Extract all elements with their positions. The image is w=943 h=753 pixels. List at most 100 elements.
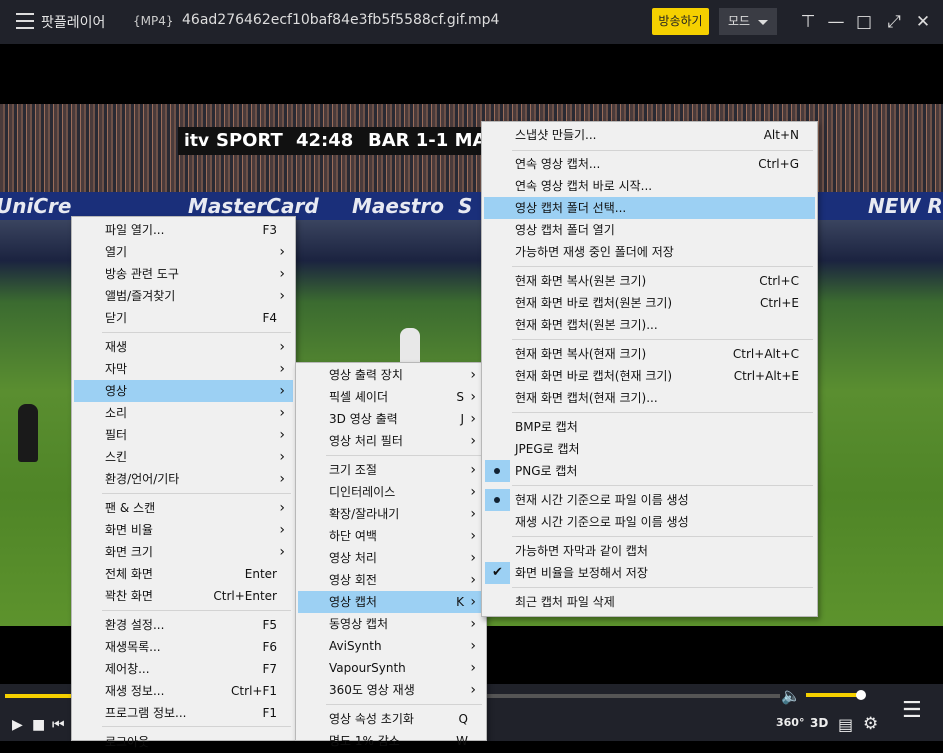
menu-item[interactable]: 명도 1% 감소 W (298, 730, 484, 752)
menu-item[interactable]: 3D 영상 출력 J › (298, 408, 484, 430)
menu-item[interactable]: 열기 › (74, 241, 293, 263)
menu-item[interactable]: 현재 화면 복사(현재 크기) Ctrl+Alt+C (484, 343, 815, 365)
menu-item[interactable]: 재생 › (74, 336, 293, 358)
menu-item[interactable]: 환경/언어/기타 › (74, 468, 293, 490)
menu-item[interactable]: 영상 캡처 폴더 열기 (484, 219, 815, 241)
maximize-icon[interactable]: □ (853, 11, 875, 33)
menu-item[interactable]: 연속 영상 캡처... Ctrl+G (484, 153, 815, 175)
menu-item[interactable]: 재생 정보... Ctrl+F1 (74, 680, 293, 702)
menu-item[interactable]: 영상 캡처 폴더 선택... (484, 197, 815, 219)
chevron-right-icon: › (470, 616, 476, 632)
menu-item[interactable]: 환경 설정... F5 (74, 614, 293, 636)
menu-item[interactable]: 화면 비율 › (74, 519, 293, 541)
menu-item[interactable]: BMP로 캡처 (484, 416, 815, 438)
menu-item[interactable]: 영상 캡처 K › (298, 591, 484, 613)
menu-item[interactable]: 현재 화면 복사(원본 크기) Ctrl+C (484, 270, 815, 292)
menu-item-shortcut: Ctrl+C (759, 274, 799, 288)
menu-item[interactable]: PNG로 캡처 (484, 460, 815, 482)
menu-item[interactable]: 스냅샷 만들기... Alt+N (484, 124, 815, 146)
list-menu-icon[interactable]: ☰ (902, 698, 922, 723)
stop-icon[interactable]: ■ (32, 717, 45, 733)
previous-icon[interactable]: ⏮ (52, 717, 65, 733)
menu-item[interactable]: 화면 크기 › (74, 541, 293, 563)
fullscreen-icon[interactable]: ⤢ (883, 11, 905, 33)
radio-bullet-icon (485, 460, 510, 482)
menu-item-label: 재생 (105, 340, 128, 354)
volume-slider[interactable] (806, 690, 866, 700)
menu-item[interactable]: 제어창... F7 (74, 658, 293, 680)
menu-item[interactable]: 소리 › (74, 402, 293, 424)
vr-360-button[interactable]: 360° (776, 716, 804, 729)
pin-icon[interactable]: ⊤ (797, 11, 819, 33)
menu-item[interactable]: 로그아웃 (74, 731, 293, 753)
chevron-right-icon: › (470, 367, 476, 383)
menu-item[interactable]: 앨범/즐겨찾기 › (74, 285, 293, 307)
mode-dropdown[interactable]: 모드 (719, 8, 777, 35)
menu-item[interactable]: 연속 영상 캡처 바로 시작... (484, 175, 815, 197)
menu-item[interactable]: 동영상 캡처 › (298, 613, 484, 635)
menu-item[interactable]: AviSynth › (298, 635, 484, 657)
chevron-right-icon: › (470, 433, 476, 449)
menu-item[interactable]: 파일 열기... F3 (74, 219, 293, 241)
menu-item[interactable]: 재생목록... F6 (74, 636, 293, 658)
menu-item[interactable]: 재생 시간 기준으로 파일 이름 생성 (484, 511, 815, 533)
menu-separator (512, 536, 813, 537)
play-icon[interactable]: ▶ (12, 717, 23, 733)
menu-item-label: VapourSynth (329, 661, 406, 675)
sport-label: SPORT (216, 130, 283, 151)
chevron-right-icon: › (279, 383, 285, 399)
playlist-icon[interactable]: ▤ (838, 715, 853, 734)
menu-item[interactable]: 픽셀 셰이더 S › (298, 386, 484, 408)
minimize-icon[interactable]: — (825, 11, 847, 33)
menu-item[interactable]: 영상 속성 초기화 Q (298, 708, 484, 730)
menu-item-label: 동영상 캡처 (329, 617, 389, 631)
menu-item[interactable]: 하단 여백 › (298, 525, 484, 547)
3d-button[interactable]: 3D (810, 716, 828, 730)
menu-item[interactable]: 자막 › (74, 358, 293, 380)
file-name: 46ad276462ecf10baf84e3fb5f5588cf.gif.mp4 (182, 12, 500, 28)
menu-item-label: 로그아웃 (105, 735, 150, 749)
menu-item[interactable]: ✔ 화면 비율을 보정해서 저장 (484, 562, 815, 584)
menu-item[interactable]: 영상 처리 필터 › (298, 430, 484, 452)
menu-item[interactable]: 최근 캡처 파일 삭제 (484, 591, 815, 613)
gear-icon[interactable]: ⚙ (863, 714, 878, 734)
menu-item[interactable]: 필터 › (74, 424, 293, 446)
menu-item[interactable]: VapourSynth › (298, 657, 484, 679)
menu-item-label: 재생목록... (105, 640, 161, 654)
menu-item-shortcut: F5 (262, 618, 277, 632)
menu-item[interactable]: 360도 영상 재생 › (298, 679, 484, 701)
menu-item[interactable]: 확장/잘라내기 › (298, 503, 484, 525)
volume-knob[interactable] (856, 690, 866, 700)
menu-item[interactable]: 영상 › (74, 380, 293, 402)
menu-item[interactable]: 팬 & 스캔 › (74, 497, 293, 519)
menu-item[interactable]: 가능하면 재생 중인 폴더에 저장 (484, 241, 815, 263)
menu-item[interactable]: 현재 화면 캡처(현재 크기)... (484, 387, 815, 409)
menu-item[interactable]: 현재 화면 캡처(원본 크기)... (484, 314, 815, 336)
menu-item[interactable]: JPEG로 캡처 (484, 438, 815, 460)
broadcast-button[interactable]: 방송하기 (652, 8, 709, 35)
menu-icon[interactable] (16, 13, 34, 29)
menu-item[interactable]: 영상 출력 장치 › (298, 364, 484, 386)
menu-item-label: 제어창... (105, 662, 150, 676)
menu-item[interactable]: 전체 화면 Enter (74, 563, 293, 585)
menu-item-label: 환경/언어/기타 (105, 472, 180, 486)
menu-item[interactable]: 영상 회전 › (298, 569, 484, 591)
menu-item[interactable]: 현재 시간 기준으로 파일 이름 생성 (484, 489, 815, 511)
menu-item-shortcut: F6 (262, 640, 277, 654)
close-icon[interactable]: ✕ (912, 11, 934, 33)
menu-item-label: 가능하면 재생 중인 폴더에 저장 (515, 245, 674, 259)
menu-item[interactable]: 프로그램 정보... F1 (74, 702, 293, 724)
menu-item[interactable]: 현재 화면 바로 캡처(원본 크기) Ctrl+E (484, 292, 815, 314)
menu-item[interactable]: 닫기 F4 (74, 307, 293, 329)
chevron-right-icon: › (470, 389, 476, 405)
menu-item[interactable]: 스킨 › (74, 446, 293, 468)
menu-item[interactable]: 가능하면 자막과 같이 캡처 (484, 540, 815, 562)
volume-icon[interactable]: 🔈 (781, 686, 801, 705)
menu-item[interactable]: 영상 처리 › (298, 547, 484, 569)
menu-item-label: 영상 회전 (329, 573, 377, 587)
menu-item[interactable]: 방송 관련 도구 › (74, 263, 293, 285)
menu-item[interactable]: 꽉찬 화면 Ctrl+Enter (74, 585, 293, 607)
menu-item[interactable]: 디인터레이스 › (298, 481, 484, 503)
menu-item[interactable]: 크기 조절 › (298, 459, 484, 481)
menu-item[interactable]: 현재 화면 바로 캡처(현재 크기) Ctrl+Alt+E (484, 365, 815, 387)
